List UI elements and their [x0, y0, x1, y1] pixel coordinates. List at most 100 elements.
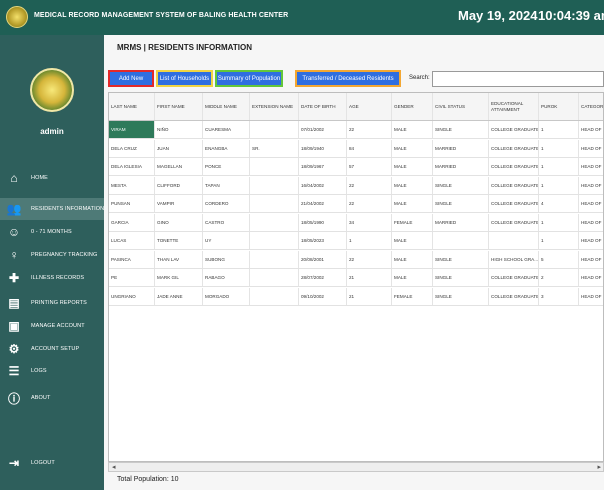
table-cell[interactable]: COLLEGE GRADUATE: [489, 287, 539, 305]
table-cell[interactable]: DELA CRUZ: [109, 139, 155, 157]
column-header[interactable]: FIRST NAME: [155, 93, 203, 120]
table-cell[interactable]: HEAD OF: [579, 288, 603, 305]
table-cell[interactable]: 07/01/2002: [299, 121, 347, 138]
table-cell[interactable]: MALE: [392, 232, 433, 249]
sidebar-item-manage-account[interactable]: ▣ MANAGE ACCOUNT: [0, 315, 104, 337]
table-cell[interactable]: 20/08/2001: [299, 250, 347, 268]
column-header[interactable]: AGE: [347, 93, 392, 120]
sidebar-item-residents-information[interactable]: 👥 RESIDENTS INFORMATION: [0, 198, 104, 220]
table-cell[interactable]: 18/09/1967: [299, 158, 347, 175]
table-cell[interactable]: 16/04/2002: [299, 176, 347, 194]
table-cell[interactable]: GARCIA: [109, 213, 155, 231]
table-cell[interactable]: [433, 232, 489, 249]
table-row[interactable]: DELA IGLESIA MAGELLAN PONCE 18/09/1967 57 MAL…: [109, 158, 603, 176]
table-cell[interactable]: HEAD OF: [579, 140, 603, 157]
table-cell[interactable]: MALE: [392, 195, 433, 212]
table-cell[interactable]: 1: [539, 139, 579, 157]
table-cell[interactable]: MALE: [392, 250, 433, 268]
table-cell[interactable]: 21/04/2002: [299, 195, 347, 212]
table-cell[interactable]: 22: [347, 121, 392, 138]
table-cell[interactable]: [250, 176, 299, 194]
sidebar-item-home[interactable]: ⌂ HOME: [0, 167, 104, 189]
table-cell[interactable]: [250, 158, 299, 175]
table-cell[interactable]: SINGLE: [433, 287, 489, 305]
table-cell[interactable]: ENANGBA: [203, 139, 250, 157]
table-cell[interactable]: 1: [347, 232, 392, 249]
table-cell[interactable]: HIGH SCHOOL GRA...: [489, 250, 539, 268]
table-cell[interactable]: [250, 232, 299, 249]
table-cell[interactable]: MALE: [392, 269, 433, 286]
table-cell[interactable]: 28/07/2002: [299, 269, 347, 286]
table-cell[interactable]: 18/09/1940: [299, 139, 347, 157]
table-cell[interactable]: 21: [347, 269, 392, 286]
table-cell[interactable]: COLLEGE GRADUATE: [489, 213, 539, 231]
table-cell[interactable]: 22: [347, 250, 392, 268]
table-cell[interactable]: LUCAS: [109, 232, 155, 249]
table-cell[interactable]: TONETTE: [155, 232, 203, 249]
table-cell[interactable]: MALE: [392, 139, 433, 157]
table-cell[interactable]: GINO: [155, 213, 203, 231]
table-cell[interactable]: 84: [347, 139, 392, 157]
table-row[interactable]: PASINCA THAN LAV SUBONG 20/08/2001 22 MALE SIN…: [109, 250, 603, 269]
table-cell[interactable]: JUAN: [155, 139, 203, 157]
table-cell[interactable]: MALE: [392, 158, 433, 175]
column-header[interactable]: CATEGORY: [579, 93, 603, 120]
sidebar-item-logs[interactable]: ☰ LOGS: [0, 360, 104, 382]
table-cell[interactable]: PE: [109, 269, 155, 286]
table-cell[interactable]: COLLEGE GRADUATE: [489, 176, 539, 194]
table-cell[interactable]: 22: [347, 195, 392, 212]
summary-of-population-button[interactable]: Summary of Population: [215, 70, 283, 87]
column-header[interactable]: EXTENSION NAME: [250, 93, 299, 120]
table-cell[interactable]: HEAD OF: [579, 158, 603, 175]
sidebar-item-logout[interactable]: ⇥ LOGOUT: [0, 452, 104, 474]
table-row[interactable]: UNGRIANO JADE ANNE MORGADO 09/10/2002 21 FEMA…: [109, 287, 603, 306]
table-cell[interactable]: 22: [347, 176, 392, 194]
table-cell[interactable]: MARRIED: [433, 213, 489, 231]
table-row[interactable]: VIRAM NIÑO CUARESMA 07/01/2002 22 MALE SINGLE C…: [109, 121, 603, 139]
table-cell[interactable]: RABAGO: [203, 269, 250, 286]
list-of-households-button[interactable]: List of Households: [156, 70, 213, 87]
table-cell[interactable]: SINGLE: [433, 195, 489, 212]
table-row[interactable]: DELA CRUZ JUAN ENANGBA SR. 18/09/1940 84 MALE M…: [109, 139, 603, 158]
table-cell[interactable]: FEMALE: [392, 213, 433, 231]
table-cell[interactable]: COLLEGE GRADUATE: [489, 139, 539, 157]
search-input[interactable]: [432, 71, 604, 87]
table-cell[interactable]: 1: [539, 232, 579, 249]
table-cell[interactable]: PASINCA: [109, 250, 155, 268]
residents-table[interactable]: LAST NAME FIRST NAME MIDDLE NAME EXTENSION …: [108, 92, 604, 462]
table-cell[interactable]: CASTRO: [203, 213, 250, 231]
table-cell[interactable]: 1: [539, 121, 579, 138]
sidebar-item-printing-reports[interactable]: ▤ PRINTING REPORTS: [0, 292, 104, 314]
table-cell[interactable]: COLLEGE GRADUATE: [489, 121, 539, 138]
table-cell[interactable]: MARK GIL: [155, 269, 203, 286]
table-cell[interactable]: [250, 287, 299, 305]
table-cell[interactable]: HEAD OF: [579, 214, 603, 231]
table-cell[interactable]: NIÑO: [155, 121, 203, 138]
table-cell[interactable]: CORDERO: [203, 195, 250, 212]
table-cell[interactable]: [250, 250, 299, 268]
table-row[interactable]: PE MARK GIL RABAGO 28/07/2002 21 MALE SINGLE CO…: [109, 269, 603, 287]
column-header[interactable]: PUROK: [539, 93, 579, 120]
table-row[interactable]: PUNSAN VAMPIR CORDERO 21/04/2002 22 MALE SINGL…: [109, 195, 603, 213]
table-cell[interactable]: TAPAN: [203, 176, 250, 194]
table-cell[interactable]: 1: [539, 158, 579, 175]
table-cell[interactable]: MESTA: [109, 176, 155, 194]
table-cell[interactable]: 5: [539, 250, 579, 268]
table-cell[interactable]: MALE: [392, 176, 433, 194]
table-cell[interactable]: HEAD OF: [579, 195, 603, 212]
column-header[interactable]: GENDER: [392, 93, 433, 120]
table-cell[interactable]: [250, 269, 299, 286]
table-cell[interactable]: HEAD OF: [579, 121, 603, 138]
table-row[interactable]: MESTA CLIFFORD TAPAN 16/04/2002 22 MALE SINGLE…: [109, 176, 603, 195]
table-cell[interactable]: PUNSAN: [109, 195, 155, 212]
sidebar-item-0-71-months[interactable]: ☺ 0 - 71 MONTHS: [0, 221, 104, 243]
column-header[interactable]: LAST NAME: [109, 93, 155, 120]
table-cell[interactable]: 1: [539, 213, 579, 231]
sidebar-item-account-setup[interactable]: ⚙ ACCOUNT SETUP: [0, 338, 104, 360]
table-cell[interactable]: MARRIED: [433, 139, 489, 157]
table-cell[interactable]: HEAD OF: [579, 232, 603, 249]
column-header[interactable]: MIDDLE NAME: [203, 93, 250, 120]
add-new-button[interactable]: Add New: [108, 70, 154, 87]
table-cell[interactable]: 4: [539, 195, 579, 212]
table-cell[interactable]: UNGRIANO: [109, 287, 155, 305]
